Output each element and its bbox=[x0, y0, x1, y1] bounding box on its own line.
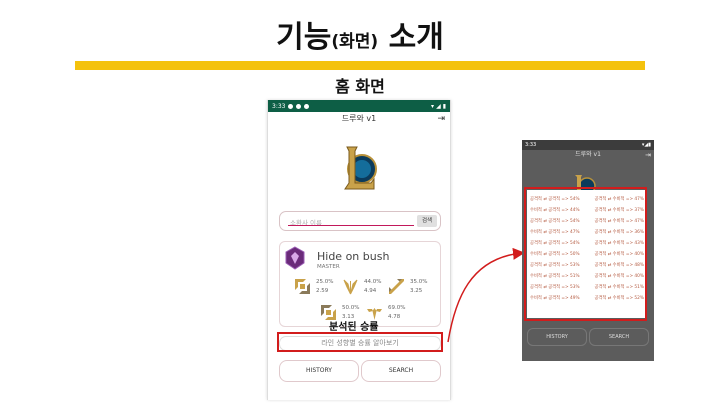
status-bar-2: 3:33 ▾◢▮ bbox=[522, 140, 654, 150]
analyzed-winrate-label: 분석된 승률 bbox=[329, 322, 379, 333]
slide-title: 기능(화면) 소개 bbox=[0, 12, 720, 56]
shield-status-icon bbox=[296, 103, 302, 109]
top-role-icon bbox=[295, 279, 310, 294]
title-main: 기능 bbox=[276, 20, 332, 55]
history-button[interactable]: HISTORY bbox=[279, 360, 359, 382]
slide: 기능(화면) 소개 홈 화면 3:33 ▾ ◢ ▮ 드루와 v1 ⇥ 소환사 이… bbox=[0, 0, 720, 405]
title-tail: 소개 bbox=[378, 20, 444, 55]
app-title-2: 드루와 v1 bbox=[575, 151, 601, 158]
battery-icon: ▮ bbox=[442, 102, 446, 110]
app-bar: 드루와 v1 ⇥ bbox=[268, 112, 450, 126]
lol-logo bbox=[344, 146, 377, 190]
stat-support: 69.0% 4.78 bbox=[388, 304, 405, 322]
status-time-2: 3:33 bbox=[525, 142, 537, 148]
stat-top: 25.0% 2.59 bbox=[316, 278, 333, 296]
signal-icon: ◢ bbox=[436, 102, 441, 110]
signal-battery-icon: ▾◢▮ bbox=[641, 142, 651, 148]
status-time: 3:33 bbox=[272, 102, 286, 110]
master-emblem-icon bbox=[285, 246, 305, 270]
summoner-search-box: 소환사 이름 검색 bbox=[279, 211, 441, 231]
history-button-2[interactable]: HISTORY bbox=[527, 328, 587, 346]
tier-label: MASTER bbox=[317, 264, 340, 270]
summoner-card: Hide on bush MASTER 25.0% 2.59 44.0% 4.9… bbox=[279, 241, 441, 327]
stat-top-pct: 25.0% bbox=[316, 279, 334, 285]
status-bar: 3:33 ▾ ◢ ▮ bbox=[268, 100, 450, 112]
search-nav-button[interactable]: SEARCH bbox=[361, 360, 441, 382]
stat-mid: 35.0% 3.25 bbox=[410, 278, 427, 296]
stat-jungle: 44.0% 4.94 bbox=[364, 278, 381, 296]
title-underline-bar bbox=[75, 61, 645, 70]
stat-bot-pct: 50.0% bbox=[342, 305, 360, 311]
highlight-box-line-button bbox=[277, 332, 443, 352]
search-nav-button-2[interactable]: SEARCH bbox=[589, 328, 649, 346]
stat-mid-kda: 3.25 bbox=[410, 288, 423, 294]
section-label: 홈 화면 bbox=[335, 77, 385, 96]
summoner-name: Hide on bush bbox=[317, 250, 390, 263]
stat-support-pct: 69.0% bbox=[388, 305, 406, 311]
stat-jungle-pct: 44.0% bbox=[364, 279, 382, 285]
login-icon[interactable]: ⇥ bbox=[437, 112, 445, 126]
sim-status-icon bbox=[304, 103, 310, 109]
settings-status-icon bbox=[288, 103, 294, 109]
app-bar-2: 드루와 v1 ⇥ bbox=[522, 150, 654, 160]
stat-top-kda: 2.59 bbox=[316, 288, 329, 294]
jungle-role-icon bbox=[343, 279, 358, 295]
mid-role-icon bbox=[389, 279, 404, 294]
stat-support-kda: 4.78 bbox=[388, 314, 401, 320]
login-icon-2[interactable]: ⇥ bbox=[645, 150, 651, 160]
phone-home-screen: 3:33 ▾ ◢ ▮ 드루와 v1 ⇥ 소환사 이름 검색 Hide on bu… bbox=[267, 100, 451, 400]
wifi-icon: ▾ bbox=[431, 102, 435, 110]
title-paren: (화면) bbox=[331, 32, 379, 52]
highlight-box-popup bbox=[524, 187, 647, 321]
stat-jungle-kda: 4.94 bbox=[364, 288, 377, 294]
search-button[interactable]: 검색 bbox=[417, 215, 437, 227]
app-title: 드루와 v1 bbox=[341, 114, 377, 123]
search-underline bbox=[288, 225, 414, 226]
stat-mid-pct: 35.0% bbox=[410, 279, 428, 285]
